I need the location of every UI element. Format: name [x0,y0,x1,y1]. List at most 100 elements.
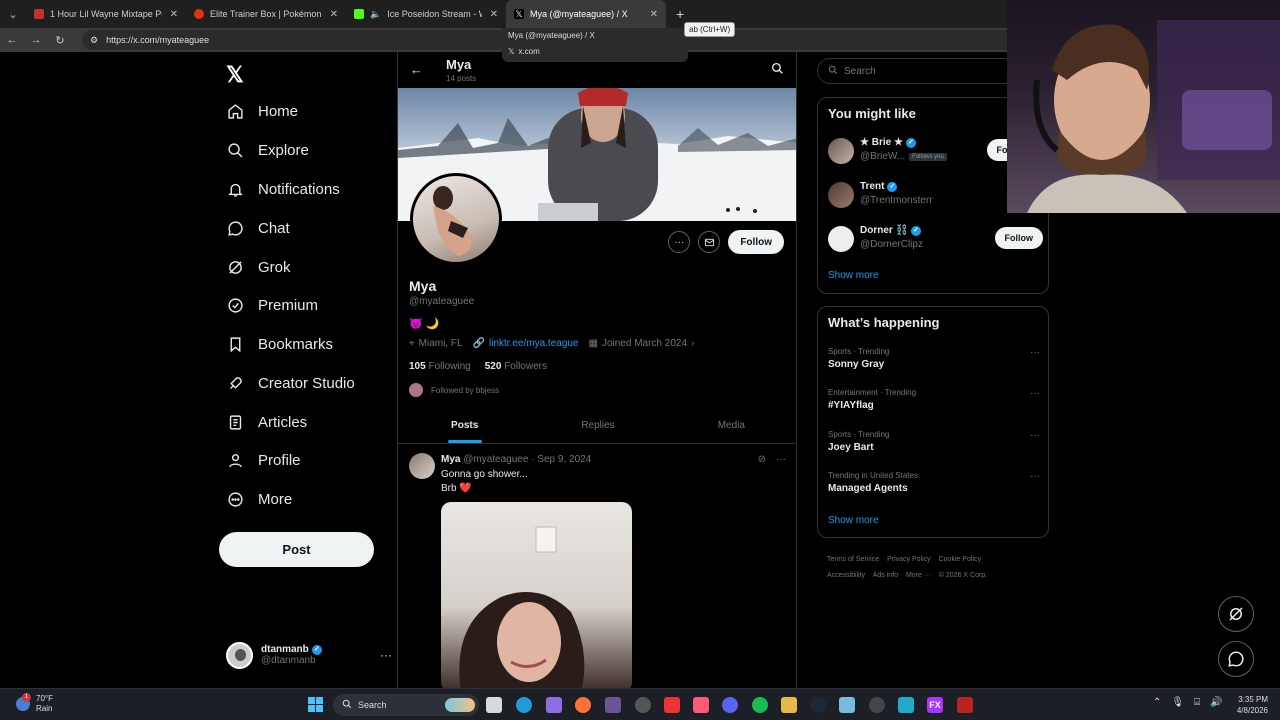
obs-icon[interactable] [635,697,651,713]
nav-notifications[interactable]: Notifications [226,180,340,198]
show-more-link[interactable]: Show more [828,270,879,281]
following-link[interactable]: 105 Following [409,361,471,372]
fx-icon[interactable]: FX [927,697,943,713]
profile-avatar[interactable] [410,173,502,265]
trend-item[interactable]: Sports · Trending Joey Bart ··· [828,430,1040,453]
browser-tab[interactable]: 1 Hour Lil Wayne Mixtape Prime: M ✕ [26,0,186,28]
more-dots-icon[interactable]: ··· [1030,388,1040,399]
follow-button[interactable]: Follow [994,227,1043,249]
nav-creator-studio[interactable]: Creator Studio [226,374,355,392]
site-info-icon[interactable]: ⚙ [90,35,98,46]
messages-fab[interactable] [1218,641,1254,677]
folder-icon[interactable] [781,697,797,713]
speaker-icon[interactable]: 🔈 [370,9,381,20]
footer-link[interactable]: Cookie Policy [939,556,981,563]
nav-chat[interactable]: Chat [226,219,290,237]
more-dots-icon[interactable]: ··· [668,231,691,253]
browser-tab[interactable]: 🔈 Ice Poseidon Stream - Watch ✕ [346,0,506,28]
grok-fab[interactable] [1218,596,1254,632]
close-icon[interactable]: ✕ [330,9,338,20]
nav-grok[interactable]: Grok [226,258,291,276]
avatar[interactable] [409,453,435,479]
tab-search-icon[interactable]: ⌄ [0,0,26,28]
back-icon[interactable]: ← [0,34,24,46]
discord-icon[interactable] [722,697,738,713]
trend-item[interactable]: Trending in United States Managed Agents… [828,471,1040,494]
grok-icon[interactable]: ⊘ [758,454,766,465]
tab-posts[interactable]: Posts [398,410,531,443]
tab-media[interactable]: Media [665,410,796,443]
chevron-up-icon[interactable]: ⌃ [1153,697,1161,708]
verified-icon: ✓ [911,225,922,236]
more-dots-icon[interactable]: ··· [1030,430,1040,441]
app-icon[interactable] [957,697,973,713]
browser-tab[interactable]: Elite Trainer Box | Pokémon Center ✕ [186,0,346,28]
follow-button[interactable]: Follow [728,230,784,254]
browser-tab-active[interactable]: 𝕏 Mya (@myateaguee) / X ✕ [506,0,666,28]
new-tab-icon[interactable]: + [676,6,684,22]
app-icon[interactable] [605,697,621,713]
microphone-icon[interactable]: 🎙 [1171,697,1184,708]
post[interactable]: Mya @myateaguee · Sep 9, 2024 ⊘ ··· Gonn… [398,445,796,688]
edge-icon[interactable] [516,697,532,713]
app-icon[interactable] [664,697,680,713]
chevron-right-icon[interactable]: › [691,338,694,349]
post-button[interactable]: Post [219,532,374,567]
copilot-icon[interactable] [546,697,562,713]
steam-icon[interactable] [810,697,826,713]
music-icon[interactable] [693,697,709,713]
followers-link[interactable]: 520 Followers [485,361,547,372]
tab-replies[interactable]: Replies [531,410,664,443]
app-icon[interactable] [839,697,855,713]
spotify-icon[interactable] [752,697,768,713]
more-dots-icon[interactable]: ··· [776,454,786,465]
show-more-link[interactable]: Show more [828,515,879,526]
reload-icon[interactable]: ↻ [48,34,72,47]
nav-home[interactable]: Home [226,102,298,120]
nav-explore[interactable]: Explore [226,141,309,159]
footer-link[interactable]: More ··· [906,572,931,579]
app-icon[interactable] [898,697,914,713]
x-logo-icon[interactable]: 𝕏 [226,62,244,88]
trend-item[interactable]: Entertainment · Trending #YIAYflag ··· [828,388,1040,411]
nav-articles[interactable]: Articles [226,413,307,431]
footer-link[interactable]: Accessibility [827,572,865,579]
suggestion[interactable]: Dorner ⛓️ ✓ @DornerClipz Follow [828,224,1043,254]
app-icon[interactable] [869,697,885,713]
account-switcher[interactable]: dtanmanb ✓ @dtanmanb ··· [226,640,392,670]
trend-item[interactable]: Sports · Trending Sonny Gray ··· [828,347,1040,370]
post-image[interactable] [441,502,632,688]
close-icon[interactable]: ✕ [650,9,658,20]
close-icon[interactable]: ✕ [490,9,498,20]
more-dots-icon[interactable]: ··· [380,648,392,662]
search-icon[interactable] [771,62,784,80]
premium-icon [226,296,244,314]
volume-icon[interactable]: 🔊 [1210,697,1222,708]
search-input[interactable]: Search [817,58,1017,84]
firefox-icon[interactable] [575,697,591,713]
nav-premium[interactable]: Premium [226,296,318,314]
nav-profile[interactable]: Profile [226,451,301,469]
bell-icon [226,180,244,198]
nav-bookmarks[interactable]: Bookmarks [226,335,333,353]
file-explorer-icon[interactable] [486,697,502,713]
network-icon[interactable]: ⌸ [1194,697,1200,708]
forward-icon[interactable]: → [24,34,48,46]
profile-link[interactable]: linktr.ee/mya.teague [489,338,579,349]
followed-by[interactable]: Followed by bbjess [409,383,499,397]
more-dots-icon[interactable]: ··· [1030,347,1040,358]
taskbar-search[interactable]: Search [333,694,479,716]
close-icon[interactable]: ✕ [170,9,178,20]
footer-link[interactable]: Terms of Service [827,556,879,563]
footer-link[interactable]: Ads info [873,572,898,579]
windows-start-icon[interactable] [308,697,324,718]
weather-widget[interactable]: 1 70°F Rain [16,693,53,714]
back-arrow-icon[interactable]: ← [410,62,423,77]
more-dots-icon[interactable]: ··· [1030,471,1040,482]
nav-more[interactable]: More [226,490,292,508]
clock[interactable]: 3:35 PM 4/8/2026 [1230,694,1268,716]
mail-icon[interactable] [698,231,721,253]
post-author[interactable]: Mya [441,454,460,465]
search-highlight-icon [445,698,475,712]
footer-link[interactable]: Privacy Policy [887,556,931,563]
